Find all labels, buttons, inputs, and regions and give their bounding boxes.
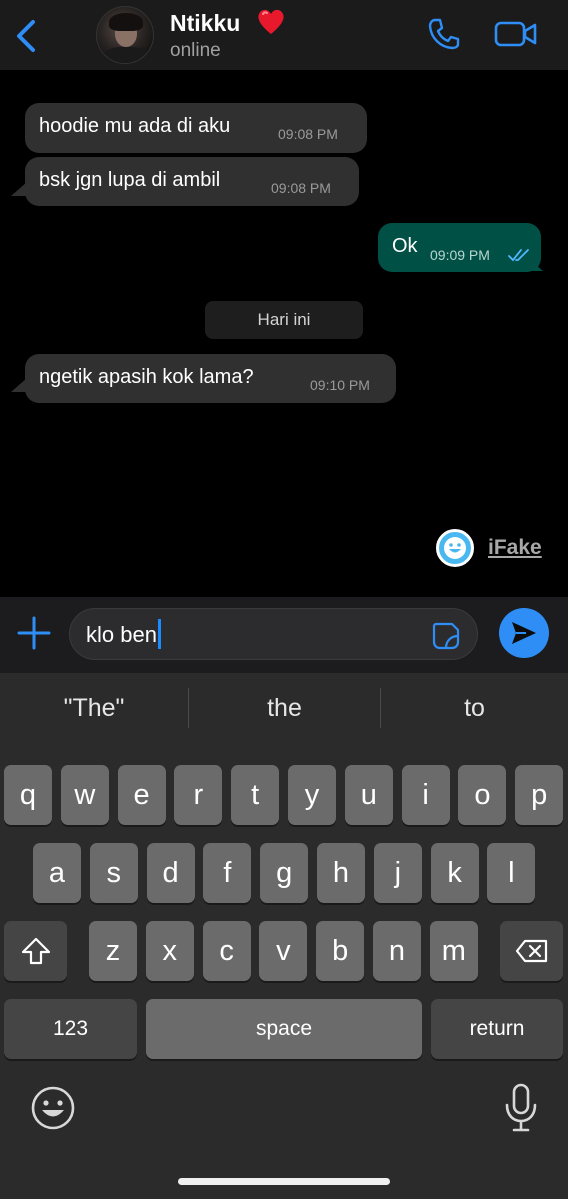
plus-icon [17,616,51,650]
message-time: 09:08 PM [278,126,338,142]
key-n[interactable]: n [373,921,421,981]
backspace-key[interactable] [500,921,563,981]
key-u[interactable]: u [344,765,393,825]
message-input-value: klo ben [86,622,157,647]
send-arrow-icon [512,622,536,644]
key-e[interactable]: e [117,765,166,825]
home-indicator[interactable] [178,1178,390,1185]
shift-arrow-icon [21,937,50,965]
voice-call-button[interactable] [424,14,464,54]
contact-name[interactable]: Ntikku [170,10,240,37]
message-text: Ok [392,235,418,257]
suggestion-quoted[interactable]: "The" [0,673,188,743]
chevron-left-icon [17,20,35,52]
key-a[interactable]: a [33,843,81,903]
key-d[interactable]: d [146,843,195,903]
composer-bar: klo ben [0,597,568,673]
sticker-icon[interactable] [431,621,461,651]
key-b[interactable]: b [316,921,365,981]
key-c[interactable]: c [202,921,251,981]
key-o[interactable]: o [458,765,507,825]
key-z[interactable]: z [89,921,137,981]
suggestion-2[interactable]: the [189,673,380,743]
key-r[interactable]: r [174,765,223,825]
phone-icon [428,18,460,50]
send-button[interactable] [499,608,549,658]
contact-status: online [170,40,221,61]
key-f[interactable]: f [203,843,252,903]
message-bubble[interactable]: bsk jgn lupa di ambil 09:08 PM [25,157,359,206]
key-k[interactable]: k [430,843,479,903]
space-key[interactable]: space [146,999,422,1059]
shift-key[interactable] [4,921,67,981]
message-time: 09:10 PM [310,377,370,393]
chat-header: Ntikku online [0,0,568,70]
suggestion-3[interactable]: to [381,673,568,743]
key-w[interactable]: w [60,765,109,825]
message-bubble[interactable]: hoodie mu ada di aku 09:08 PM [25,103,367,153]
key-x[interactable]: x [145,921,194,981]
message-text: bsk jgn lupa di ambil [39,169,221,191]
backspace-icon [515,939,547,963]
message-bubble[interactable]: Ok 09:09 PM [378,223,541,272]
key-s[interactable]: s [89,843,138,903]
message-text: hoodie mu ada di aku [39,115,231,137]
emoji-icon[interactable] [30,1085,76,1131]
text-cursor [157,619,161,650]
key-l[interactable]: l [487,843,536,903]
ifake-logo-icon [436,529,474,567]
message-input[interactable]: klo ben [69,608,478,660]
key-m[interactable]: m [429,921,478,981]
key-q[interactable]: q [4,765,52,825]
back-button[interactable] [12,16,40,56]
ifake-label: iFake [488,536,542,559]
key-h[interactable]: h [317,843,365,903]
key-i[interactable]: i [401,765,450,825]
key-y[interactable]: y [288,765,336,825]
message-text: ngetik apasih kok lama? [39,366,254,388]
keyboard: "The" the to 123 space return qwertyuiop… [0,673,568,1199]
key-j[interactable]: j [373,843,422,903]
message-time: 09:09 PM [430,247,490,263]
message-bubble[interactable]: ngetik apasih kok lama? 09:10 PM [25,354,396,403]
key-t[interactable]: t [231,765,280,825]
key-p[interactable]: p [515,765,564,825]
return-key[interactable]: return [431,999,563,1059]
attach-button[interactable] [14,613,54,653]
message-time: 09:08 PM [271,180,331,196]
key-g[interactable]: g [260,843,309,903]
numbers-key[interactable]: 123 [4,999,137,1059]
double-check-icon [508,249,529,262]
ifake-watermark: iFake [436,529,542,567]
contact-avatar[interactable] [96,6,154,64]
video-camera-icon [494,21,537,47]
video-call-button[interactable] [492,14,540,54]
key-v[interactable]: v [259,921,308,981]
date-separator: Hari ini [205,301,363,339]
microphone-icon[interactable] [503,1083,539,1133]
heart-icon [256,8,286,41]
